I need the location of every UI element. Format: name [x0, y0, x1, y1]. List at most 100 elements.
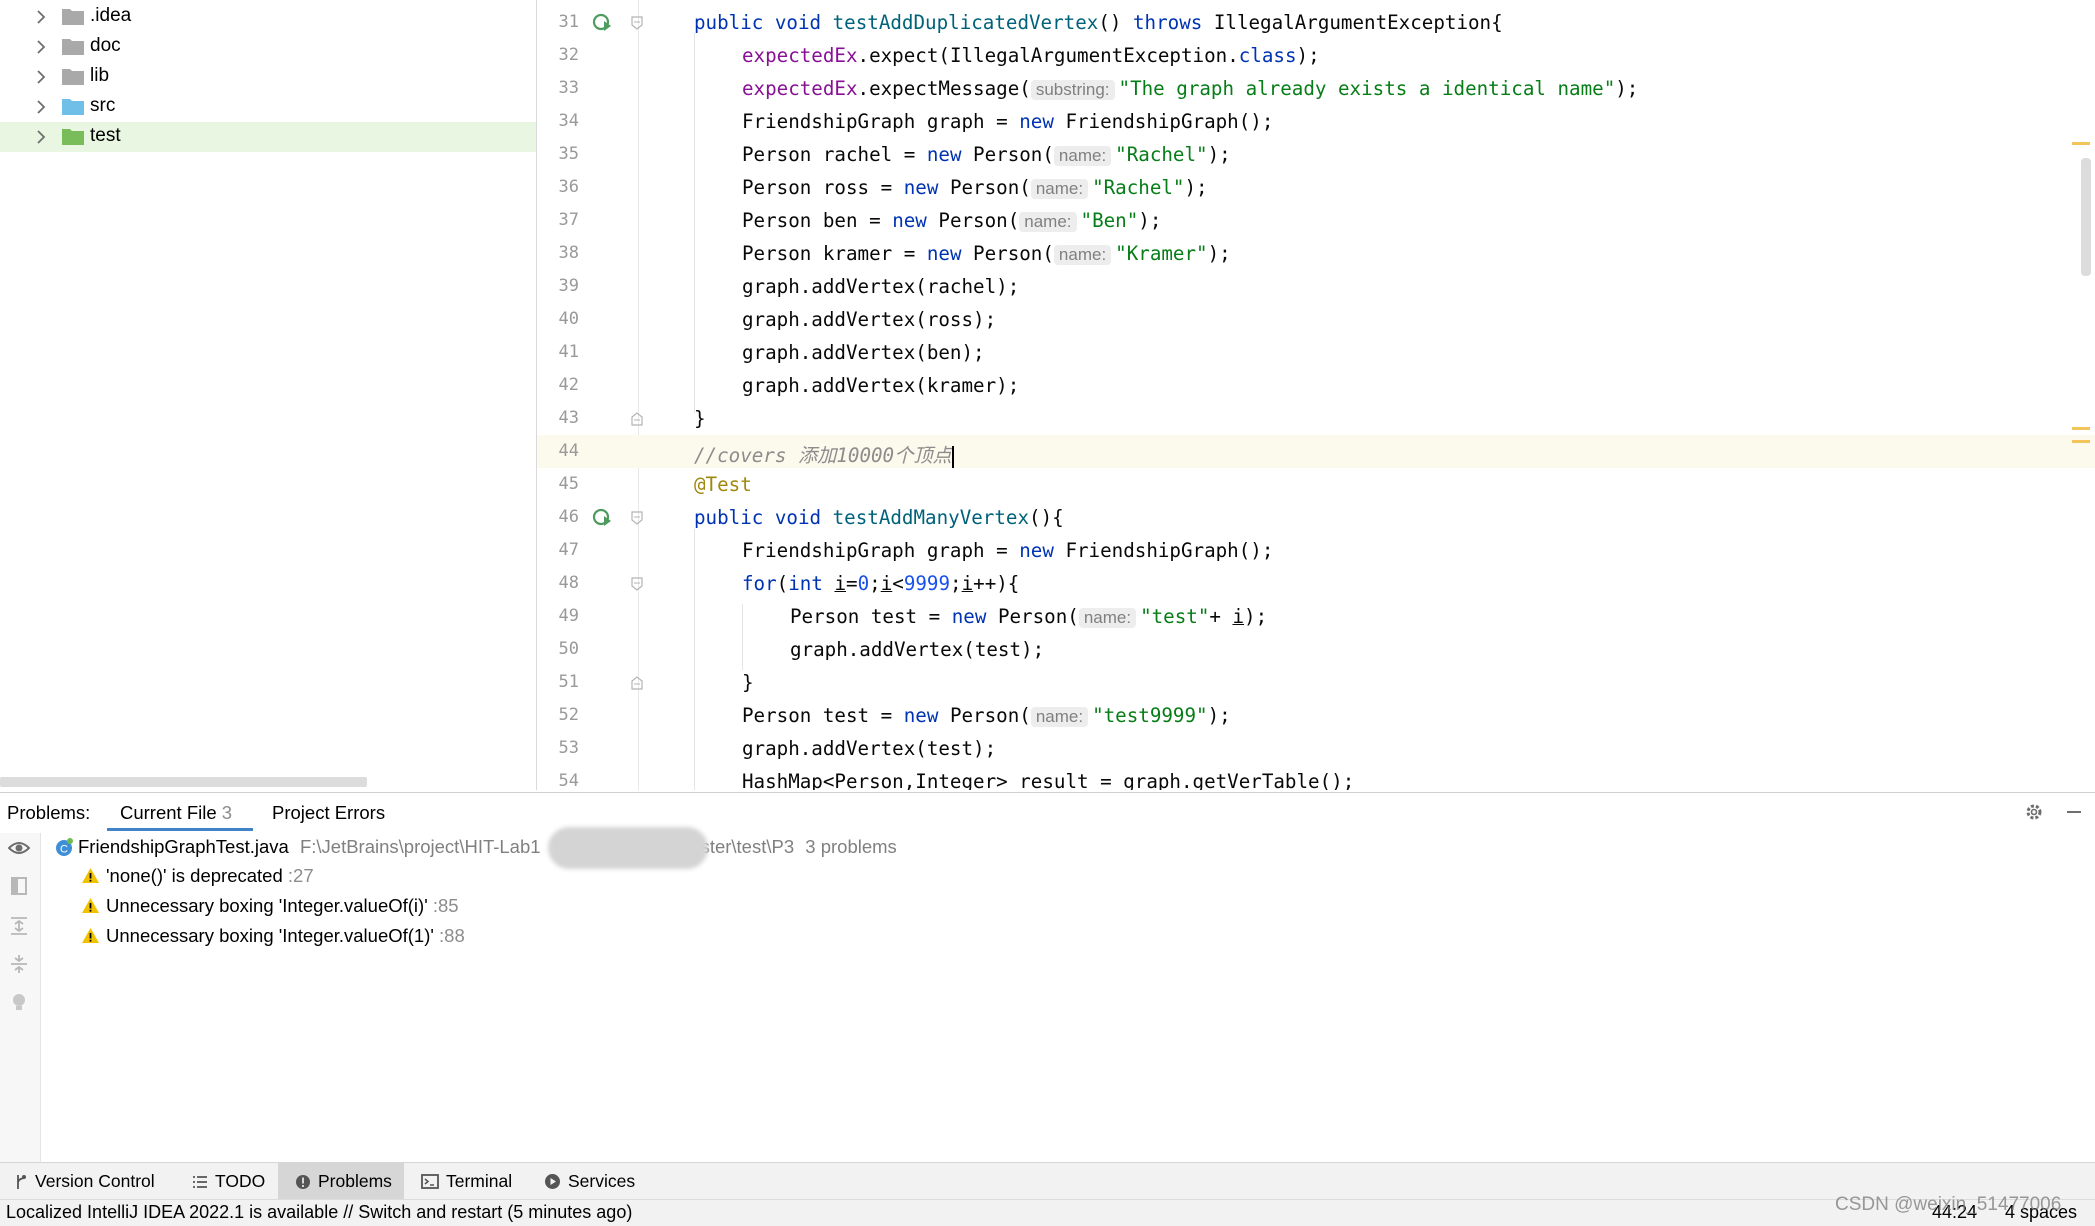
- line-number: 41: [558, 342, 579, 362]
- status-bar: Localized IntelliJ IDEA 2022.1 is availa…: [0, 1199, 2095, 1226]
- tree-item-lib[interactable]: lib: [0, 62, 536, 92]
- tree-item-label: .idea: [90, 5, 132, 26]
- line-number: 53: [558, 738, 579, 758]
- line-number: 49: [558, 606, 579, 626]
- tab-terminal[interactable]: Terminal: [421, 1163, 522, 1200]
- problem-summary: 3 problems: [805, 836, 897, 857]
- tree-item-src[interactable]: src: [0, 92, 536, 122]
- code-token: );: [1207, 143, 1231, 166]
- parameter-hint: name:: [1030, 179, 1089, 199]
- code-token: =: [846, 572, 858, 595]
- tree-item-doc[interactable]: doc: [0, 32, 536, 62]
- current-code-line: 44 //covers 添加10000个顶点: [537, 435, 2095, 468]
- code-token: expectedEx: [742, 77, 858, 100]
- code-token: "test9999": [1092, 704, 1208, 727]
- parameter-hint: name:: [1030, 707, 1089, 727]
- status-message[interactable]: Localized IntelliJ IDEA 2022.1 is availa…: [6, 1202, 632, 1223]
- folder-icon: [62, 99, 84, 115]
- parameter-hint: name:: [1019, 212, 1077, 232]
- problem-item[interactable]: Unnecessary boxing 'Integer.valueOf(i)' …: [80, 895, 459, 917]
- fold-icon[interactable]: [630, 676, 644, 690]
- code-token: "test": [1140, 605, 1210, 628]
- line-number: 51: [558, 672, 579, 692]
- problem-line: :88: [439, 925, 465, 946]
- code-editor[interactable]: 31 public void testAddDuplicatedVertex()…: [537, 0, 2095, 790]
- code-line: 33 expectedEx.expectMessage(substring: "T…: [537, 72, 2095, 105]
- tab-problems[interactable]: Problems: [278, 1163, 404, 1200]
- code-line: 46 public void testAddManyVertex(){: [537, 501, 2095, 534]
- code-token: Person kramer =: [742, 242, 927, 265]
- tab-label: TODO: [215, 1171, 266, 1191]
- tab-services[interactable]: Services: [544, 1163, 645, 1200]
- run-test-icon[interactable]: [591, 507, 613, 529]
- code-line: 38 Person kramer = new Person(name: "Kram…: [537, 237, 2095, 270]
- code-line: 32 expectedEx.expect(IllegalArgumentExce…: [537, 39, 2095, 72]
- warning-stripe-marker[interactable]: [2072, 142, 2090, 145]
- problems-title: Problems:: [7, 802, 91, 823]
- problem-item[interactable]: 'none()' is deprecated :27: [80, 865, 314, 887]
- horizontal-scrollbar[interactable]: [0, 777, 367, 787]
- code-line: 31 public void testAddDuplicatedVertex()…: [537, 6, 2095, 39]
- code-token: );: [1138, 209, 1162, 232]
- chevron-right-icon[interactable]: [33, 69, 49, 85]
- chevron-right-icon[interactable]: [33, 129, 49, 145]
- problem-file-row[interactable]: C FriendshipGraphTest.java F:\JetBrains\p…: [54, 836, 897, 858]
- code-token: public void: [694, 11, 833, 34]
- problem-file-path-start: F:\JetBrains\project\HIT-Lab1: [299, 836, 541, 857]
- problem-text: Unnecessary boxing 'Integer.valueOf(1)': [106, 925, 434, 946]
- tab-label: Version Control: [35, 1171, 155, 1191]
- code-text: HashMap<Person,Integer> result = graph.g…: [742, 770, 1355, 790]
- code-line: 51 }: [537, 666, 2095, 699]
- problem-line: :85: [432, 895, 459, 916]
- code-comment: //covers 添加10000个顶点: [694, 444, 952, 467]
- code-token: FriendshipGraph graph =: [742, 110, 1020, 133]
- run-test-icon[interactable]: [591, 12, 613, 34]
- expand-all-icon[interactable]: [8, 915, 30, 937]
- tree-item-idea[interactable]: .idea: [0, 2, 536, 32]
- line-number: 48: [558, 573, 579, 593]
- bulb-icon[interactable]: [8, 991, 30, 1013]
- parameter-hint: name:: [1053, 146, 1112, 166]
- tab-project-errors[interactable]: Project Errors: [272, 802, 385, 824]
- problem-item[interactable]: Unnecessary boxing 'Integer.valueOf(1)' …: [80, 925, 465, 947]
- gear-icon[interactable]: [2024, 802, 2044, 822]
- warning-stripe-marker[interactable]: [2072, 440, 2090, 443]
- redaction-blur: [548, 827, 708, 869]
- tab-todo[interactable]: TODO: [192, 1163, 275, 1200]
- code-token: Person test =: [742, 704, 904, 727]
- collapse-all-icon[interactable]: [8, 953, 30, 975]
- vertical-scrollbar[interactable]: [2081, 158, 2091, 276]
- code-token: FriendshipGraph();: [1053, 539, 1274, 562]
- code-token: ;: [869, 572, 881, 595]
- line-number: 31: [558, 12, 579, 32]
- parameter-hint: name:: [1078, 608, 1137, 628]
- fold-icon[interactable]: [630, 511, 644, 525]
- chevron-right-icon[interactable]: [33, 9, 49, 25]
- problems-toolbar: [0, 833, 41, 1163]
- class-icon: C: [56, 838, 73, 856]
- code-text: }: [742, 671, 754, 694]
- code-line: 37 Person ben = new Person(name: "Ben");: [537, 204, 2095, 237]
- code-token: Person(: [938, 176, 1031, 199]
- code-token: "The graph already exists a identical na…: [1118, 77, 1616, 100]
- code-token: (): [1098, 11, 1133, 34]
- tree-item-test[interactable]: test: [0, 122, 536, 152]
- fold-icon[interactable]: [630, 16, 644, 30]
- chevron-right-icon[interactable]: [33, 99, 49, 115]
- fold-icon[interactable]: [630, 577, 644, 591]
- tab-version-control[interactable]: Version Control: [14, 1163, 165, 1200]
- eye-icon[interactable]: [8, 837, 30, 859]
- warning-stripe-marker[interactable]: [2072, 427, 2090, 430]
- minimize-icon[interactable]: [2064, 802, 2084, 822]
- fold-icon[interactable]: [630, 412, 644, 426]
- code-token: i: [961, 572, 974, 595]
- tab-label: Problems: [318, 1171, 392, 1191]
- code-token: (: [776, 572, 789, 595]
- code-token: new: [892, 209, 927, 232]
- tab-current-file[interactable]: Current File 3: [120, 802, 232, 824]
- folder-icon: [62, 129, 84, 145]
- chevron-right-icon[interactable]: [33, 39, 49, 55]
- watermark: CSDN @weixin_51477006: [1835, 1194, 2062, 1215]
- preview-icon[interactable]: [8, 875, 30, 897]
- code-line: 49 Person test = new Person(name: "test"+…: [537, 600, 2095, 633]
